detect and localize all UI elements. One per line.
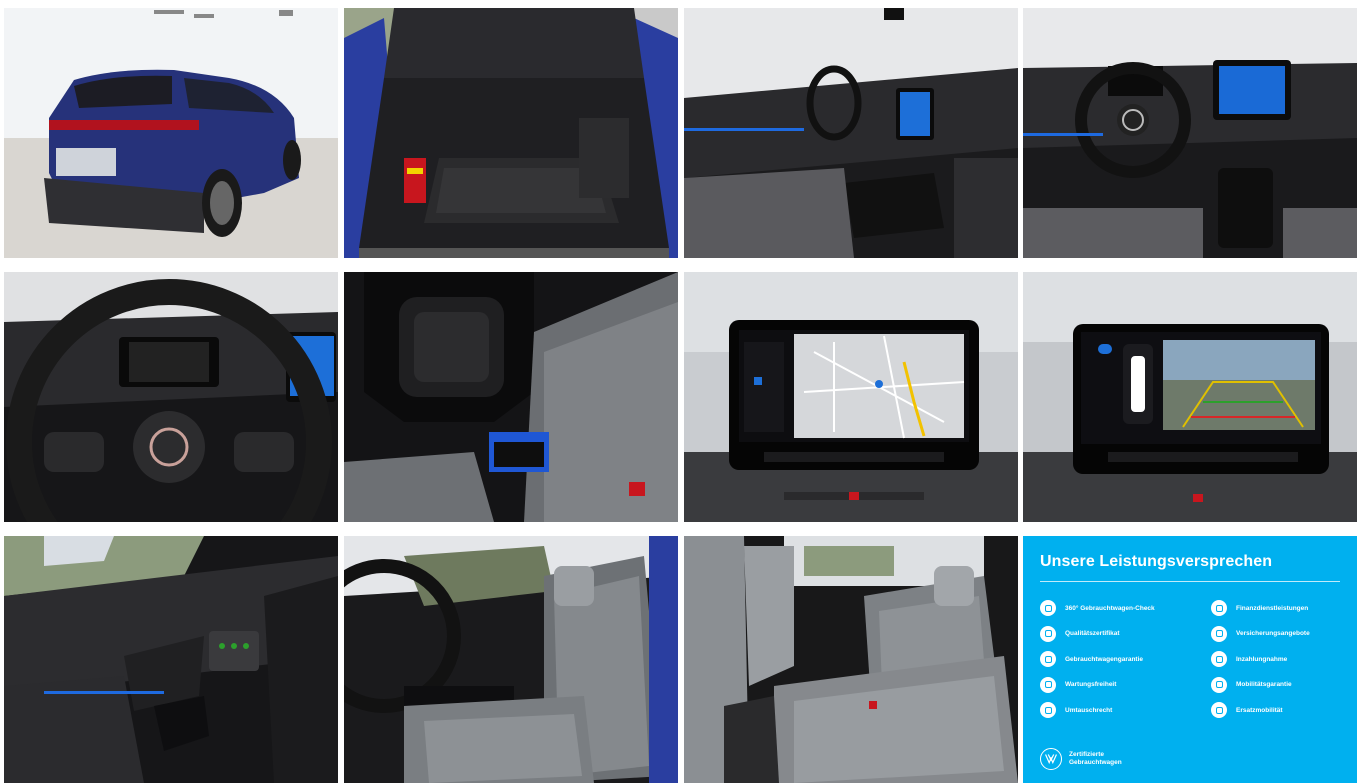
promo-item-label: 360° Gebrauchtwagen-Check [1065,604,1155,612]
mobility-icon [1211,676,1227,693]
maintenance-icon [1040,676,1056,693]
promo-item-label: Versicherungsangebote [1236,630,1310,638]
vw-logo-icon [1040,748,1062,770]
promo-item-label: Inzahlungnahme [1236,655,1288,663]
photo-dashboard-side[interactable] [684,8,1018,258]
promo-title: Unsere Leistungsversprechen [1040,553,1273,570]
photo-center-console[interactable] [344,272,678,522]
promo-item: Qualitätszertifikat [1040,625,1211,644]
promo-divider [1040,581,1340,582]
photo-gallery: Unsere Leistungsversprechen 360° Gebrauc… [0,0,1365,783]
promo-item-label: Finanzdienstleistungen [1236,604,1309,612]
insurance-icon [1211,625,1227,642]
photo-front-seats[interactable] [344,536,678,783]
promo-item-label: Mobilitätsgarantie [1236,681,1292,689]
promo-item-label: Ersatzmobilität [1236,706,1283,714]
promo-item: 360° Gebrauchtwagen-Check [1040,599,1211,618]
footer-line2: Gebrauchtwagen [1069,759,1122,766]
promo-item-label: Gebrauchtwagengarantie [1065,655,1144,663]
check-icon [1040,600,1056,617]
promo-item: Gebrauchtwagengarantie [1040,650,1211,669]
footer-text: Zertifizierte Gebrauchtwagen [1069,751,1122,767]
promo-item: Ersatzmobilität [1211,701,1342,720]
promo-panel: Unsere Leistungsversprechen 360° Gebrauc… [1023,536,1357,783]
promo-item-label: Umtauschrecht [1065,706,1113,714]
promo-item: Mobilitätsgarantie [1211,676,1342,695]
photo-trunk[interactable] [344,8,678,258]
promo-footer: Zertifizierte Gebrauchtwagen [1040,748,1122,770]
photo-rear-exterior[interactable] [4,8,338,258]
photo-dashboard-front[interactable] [1023,8,1357,258]
promo-list: 360° Gebrauchtwagen-Check Finanzdienstle… [1040,599,1342,720]
promo-item: Finanzdienstleistungen [1211,599,1342,618]
promo-item-label: Qualitätszertifikat [1065,630,1120,638]
photo-navigation-screen[interactable] [684,272,1018,522]
photo-steering-wheel[interactable] [4,272,338,522]
photo-rear-camera-screen[interactable] [1023,272,1357,522]
promo-item-label: Wartungsfreiheit [1065,681,1117,689]
finance-icon [1211,600,1227,617]
promo-item: Umtauschrecht [1040,701,1211,720]
exchange-icon [1040,702,1056,719]
warranty-icon [1040,651,1056,668]
photo-rear-seats[interactable] [684,536,1018,783]
trade-in-icon [1211,651,1227,668]
certificate-icon [1040,625,1056,642]
promo-item: Wartungsfreiheit [1040,676,1211,695]
promo-item: Inzahlungnahme [1211,650,1342,669]
photo-door-panel[interactable] [4,536,338,783]
replacement-car-icon [1211,702,1227,719]
promo-item: Versicherungsangebote [1211,625,1342,644]
footer-line1: Zertifizierte [1069,751,1105,758]
